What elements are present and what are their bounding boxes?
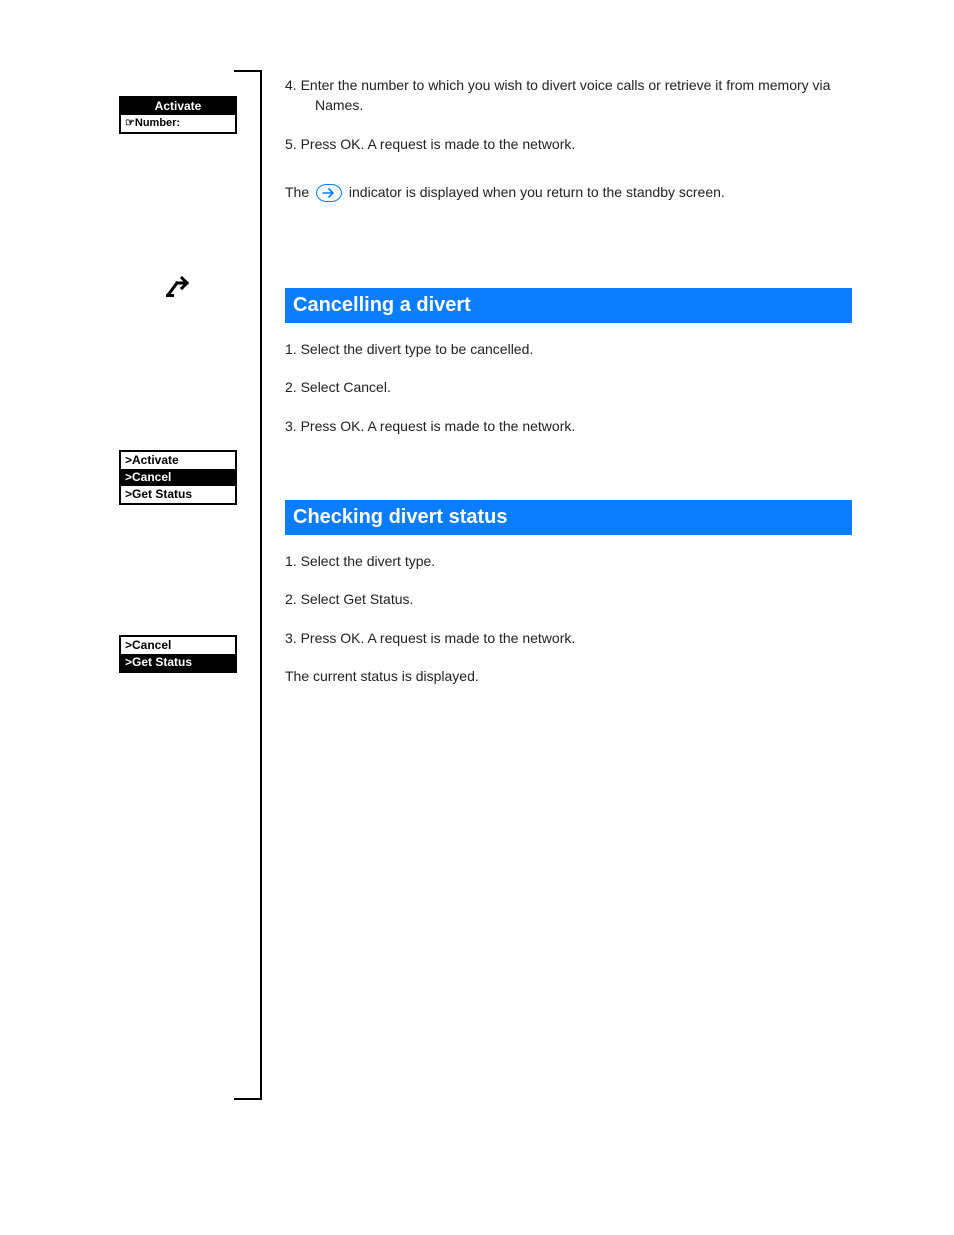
menu-item-get-status: >Get Status — [121, 654, 235, 671]
cancel-step-2: 2. Select Cancel. — [285, 377, 860, 397]
heading-cancel-divert: Cancelling a divert — [285, 288, 852, 323]
menu-item-get-status: >Get Status — [121, 486, 235, 503]
phone-screen-activate: Activate ☞Number: — [119, 96, 237, 134]
status-note: The current status is displayed. — [285, 666, 860, 686]
sidebar: Activate ☞Number: >Activate >Cancel >Get… — [115, 70, 250, 1100]
main-content: 4. Enter the number to which you wish to… — [285, 75, 860, 704]
status-step-1: 1. Select the divert type. — [285, 551, 860, 571]
nav-right-icon — [316, 184, 342, 202]
step-5: 5. Press OK. A request is made to the ne… — [285, 134, 860, 154]
indicator-note: The indicator is displayed when you retu… — [285, 182, 860, 202]
phone-screen-cancel: >Activate >Cancel >Get Status — [119, 450, 237, 505]
menu-item-activate: Activate — [121, 98, 235, 115]
cancel-step-1: 1. Select the divert type to be cancelle… — [285, 339, 860, 359]
menu-item-activate: >Activate — [121, 452, 235, 469]
status-step-2: 2. Select Get Status. — [285, 589, 860, 609]
section-divider — [260, 70, 262, 1100]
prompt-number: ☞Number: — [121, 115, 235, 132]
divert-indicator-icon — [165, 275, 191, 306]
heading-check-status: Checking divert status — [285, 500, 852, 535]
cancel-step-3: 3. Press OK. A request is made to the ne… — [285, 416, 860, 436]
phone-screen-get-status: >Cancel >Get Status — [119, 635, 237, 673]
menu-item-cancel: >Cancel — [121, 637, 235, 654]
status-step-3: 3. Press OK. A request is made to the ne… — [285, 628, 860, 648]
menu-item-cancel: >Cancel — [121, 469, 235, 486]
pointer-icon: ☞ — [125, 117, 135, 129]
step-4: 4. Enter the number to which you wish to… — [285, 75, 860, 116]
